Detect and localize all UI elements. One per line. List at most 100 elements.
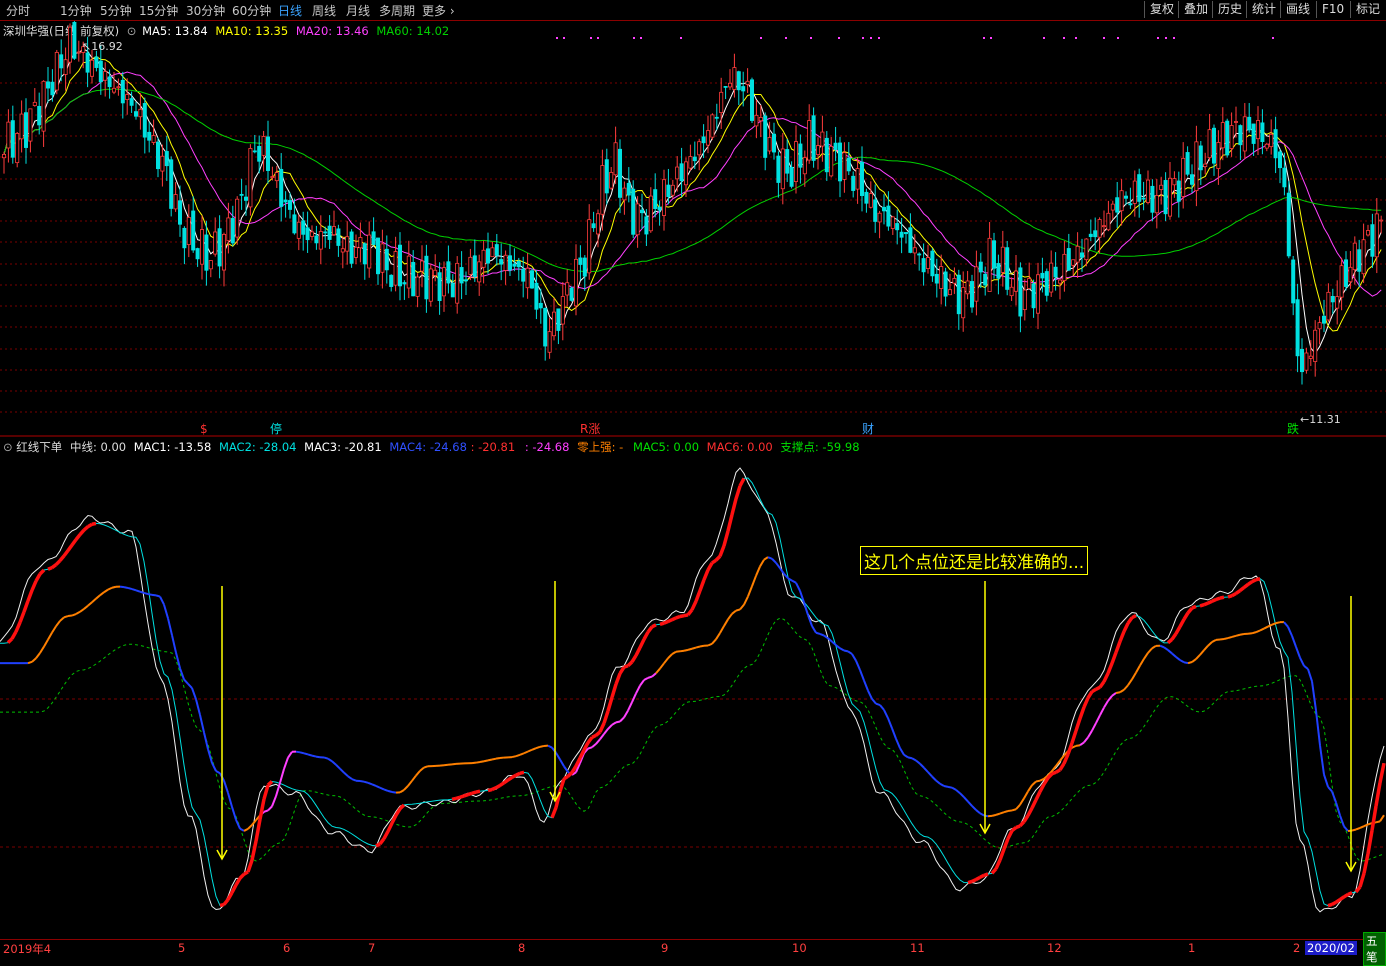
stats-button[interactable]: 统计 xyxy=(1246,1,1281,18)
red-signal-segment xyxy=(704,570,708,580)
red-signal-segment xyxy=(460,796,464,797)
candle-body xyxy=(979,262,982,272)
red-signal-segment xyxy=(972,880,976,882)
chart-canvas[interactable]: ↖16.92←11.31$停R涨财跌 xyxy=(0,21,1386,939)
mac4-segment xyxy=(532,748,536,750)
tab-30min[interactable]: 30分钟 xyxy=(186,2,225,19)
candle-body xyxy=(720,92,723,112)
tab-monthly[interactable]: 月线 xyxy=(346,2,370,19)
candle-body xyxy=(284,200,287,202)
current-date-badge: 2020/02 xyxy=(1305,941,1357,955)
mac4-segment xyxy=(1376,821,1380,822)
candle-body xyxy=(1085,239,1088,260)
mac4-segment xyxy=(184,679,188,683)
red-signal-segment xyxy=(1112,652,1116,663)
candle-body xyxy=(772,134,775,152)
mac4-segment xyxy=(72,614,76,615)
candle-body xyxy=(174,195,177,209)
mac4-segment xyxy=(916,760,920,763)
mac4-segment xyxy=(280,769,284,783)
candle-body xyxy=(372,232,375,245)
candle-body xyxy=(55,52,58,90)
mac4-segment xyxy=(100,592,104,595)
mac4-segment xyxy=(1012,809,1016,810)
mac4-segment xyxy=(880,705,884,710)
red-signal-segment xyxy=(80,530,84,534)
mac4-segment xyxy=(68,616,72,617)
candle-body xyxy=(359,237,362,247)
mark-button[interactable]: 标记 xyxy=(1350,1,1385,18)
overlay-button[interactable]: 叠加 xyxy=(1178,1,1213,18)
mac4-segment xyxy=(1296,647,1300,658)
tab-weekly[interactable]: 周线 xyxy=(312,2,336,19)
mac4-segment xyxy=(304,753,308,754)
mac4-segment xyxy=(620,717,624,721)
candle-body xyxy=(152,136,155,143)
red-signal-segment xyxy=(1052,772,1056,774)
candle-body xyxy=(1309,356,1312,358)
tab-more[interactable]: 更多 › xyxy=(422,2,455,19)
tab-1min[interactable]: 1分钟 xyxy=(60,2,92,19)
red-signal-segment xyxy=(1328,904,1332,905)
candle-body xyxy=(1248,117,1251,130)
red-signal-segment xyxy=(1132,616,1136,618)
candle-body xyxy=(1265,144,1268,148)
candle-body xyxy=(262,136,265,155)
red-signal-segment xyxy=(1004,839,1008,850)
mac4-segment xyxy=(1176,657,1180,660)
history-button[interactable]: 历史 xyxy=(1212,1,1247,18)
candle-body xyxy=(200,230,203,265)
candle-body xyxy=(16,133,19,162)
draw-button[interactable]: 画线 xyxy=(1280,1,1315,18)
tab-multi-period[interactable]: 多周期 xyxy=(379,2,415,19)
mac4-segment xyxy=(1132,673,1136,680)
candle-body xyxy=(1054,267,1057,277)
tab-fenshi[interactable]: 分时 xyxy=(6,2,30,19)
signal-dot xyxy=(878,37,880,39)
event-marker: 停 xyxy=(270,421,282,436)
candle-body xyxy=(297,222,300,238)
red-signal-segment xyxy=(1088,692,1092,698)
candle-body xyxy=(821,132,824,146)
mac4-segment xyxy=(492,759,496,760)
candle-body xyxy=(953,278,956,283)
signal-dot xyxy=(838,37,840,39)
mac4-segment xyxy=(768,557,772,559)
mac4-segment xyxy=(1160,646,1164,648)
red-signal-segment xyxy=(520,772,524,773)
candle-body xyxy=(218,229,221,266)
mac4-segment xyxy=(1292,636,1296,647)
tab-daily[interactable]: 日线 xyxy=(278,2,302,19)
wubi-badge[interactable]: 五笔 xyxy=(1363,932,1386,966)
mac4-segment xyxy=(80,609,84,612)
candle-body xyxy=(997,263,1000,278)
candle-body xyxy=(368,235,371,268)
mac4-segment xyxy=(1268,625,1272,627)
f10-button[interactable]: F10 xyxy=(1316,1,1349,18)
tab-15min[interactable]: 15分钟 xyxy=(139,2,178,19)
mac4-segment xyxy=(964,797,968,801)
mac4-segment xyxy=(404,786,408,790)
mac4-segment xyxy=(632,693,636,702)
mac4-segment xyxy=(956,790,960,793)
mac4-segment xyxy=(940,784,944,786)
red-signal-segment xyxy=(1128,618,1132,624)
candle-body xyxy=(1050,263,1053,292)
red-signal-segment xyxy=(636,648,640,656)
red-signal-segment xyxy=(388,823,392,831)
candle-body xyxy=(148,132,151,140)
red-signal-segment xyxy=(992,869,996,874)
red-signal-segment xyxy=(268,781,272,785)
candle-body xyxy=(1120,191,1123,211)
tab-5min[interactable]: 5分钟 xyxy=(100,2,132,19)
candle-body xyxy=(1142,198,1145,199)
candle-body xyxy=(1344,260,1347,287)
mac4-segment xyxy=(336,765,340,769)
mac4-segment xyxy=(848,651,852,654)
candle-body xyxy=(1212,128,1215,163)
fuquan-button[interactable]: 复权 xyxy=(1144,1,1179,18)
candle-body xyxy=(306,228,309,240)
tab-60min[interactable]: 60分钟 xyxy=(232,2,271,19)
mac4-segment xyxy=(1192,659,1196,662)
mac4-segment xyxy=(936,780,940,783)
